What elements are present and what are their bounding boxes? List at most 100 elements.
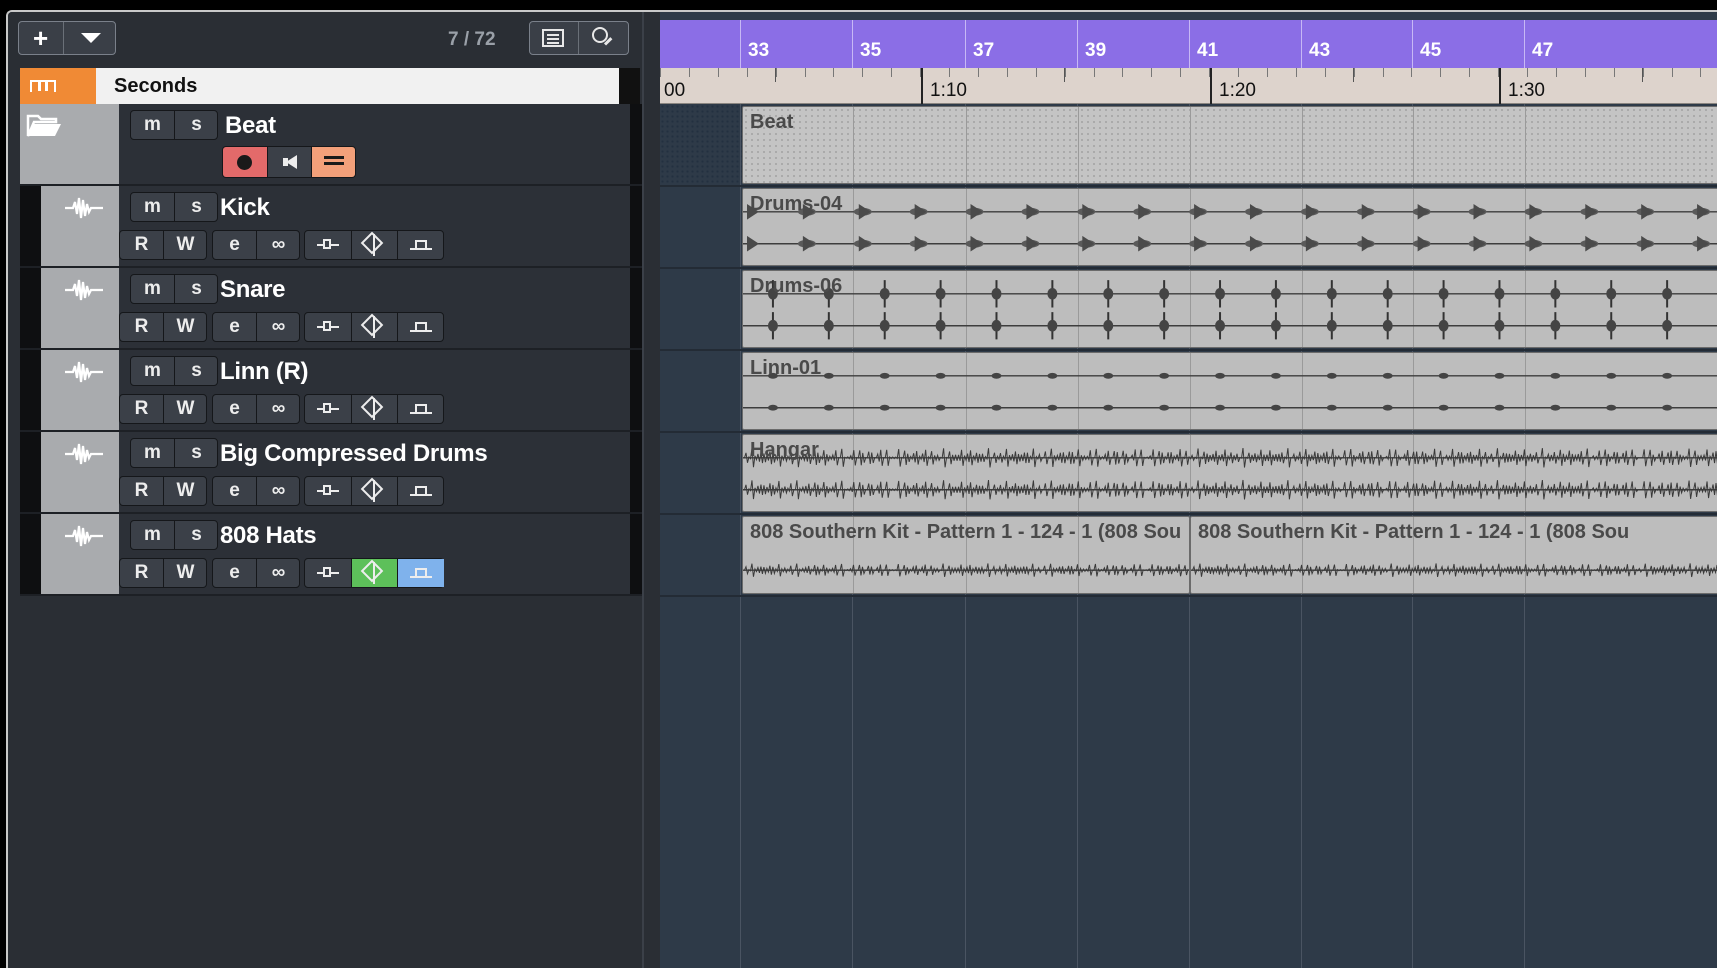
read-automation-button[interactable]: R	[120, 559, 164, 587]
write-automation-button[interactable]: W	[164, 477, 207, 505]
event-name: Drums-04	[750, 193, 843, 215]
mute-button[interactable]: m	[131, 193, 175, 221]
mute-button[interactable]: m	[131, 357, 175, 385]
mute-solo-group: ms	[130, 192, 218, 222]
edit-channel-button[interactable]: e	[213, 477, 257, 505]
bar-number: 43	[1309, 40, 1331, 61]
bar-ruler[interactable]: 33 35 37 39 41 43 45 47	[660, 20, 1717, 68]
audio-wave-icon	[65, 279, 103, 301]
lane-button[interactable]	[398, 477, 444, 505]
mute-button[interactable]: m	[131, 521, 175, 549]
insert-slot-button[interactable]	[305, 395, 352, 423]
automation-rw-group: RW	[119, 558, 207, 588]
read-automation-button[interactable]: R	[120, 313, 164, 341]
event-name: 808 Southern Kit - Pattern 1 - 124 - 1 (…	[750, 521, 1182, 543]
track-count: 7 / 72	[448, 29, 496, 50]
solo-button[interactable]: s	[175, 521, 218, 549]
link-button[interactable]: ∞	[257, 559, 300, 587]
audio-wave-icon	[65, 443, 103, 465]
ruler-track[interactable]: Seconds	[20, 68, 630, 104]
timewarp-button[interactable]	[352, 313, 398, 341]
waveform	[743, 204, 1717, 252]
edit-channel-button[interactable]: e	[213, 559, 257, 587]
lane-tools-group	[304, 394, 444, 424]
automation-rw-group: RW	[119, 230, 207, 260]
lane-tools-group	[304, 312, 444, 342]
lane-button[interactable]	[398, 395, 444, 423]
folder-event[interactable]: Beat	[742, 106, 1717, 184]
timewarp-button[interactable]	[352, 395, 398, 423]
monitor-button[interactable]	[267, 147, 312, 177]
timewarp-button[interactable]	[352, 559, 398, 587]
track-audio[interactable]: 2msSnareRWe∞	[20, 268, 642, 350]
link-button[interactable]: ∞	[257, 231, 300, 259]
edit-link-group: e ∞	[212, 230, 300, 260]
track-name[interactable]: Snare	[220, 276, 286, 304]
bar-number: 47	[1532, 40, 1554, 61]
add-track-dropdown-icon[interactable]	[81, 33, 101, 43]
track-list-panel: + 7 / 72 Seconds m s Beat m s Kick R W e…	[8, 12, 642, 968]
insert-slot-button[interactable]	[305, 231, 352, 259]
insert-slot-button[interactable]	[305, 313, 352, 341]
audio-event[interactable]: Drums-06	[742, 270, 1717, 348]
solo-button[interactable]: s	[175, 193, 218, 221]
audio-event[interactable]: Hangar	[742, 434, 1717, 512]
track-audio[interactable]: 1msKickRWe∞	[20, 186, 642, 268]
read-automation-button[interactable]: R	[120, 477, 164, 505]
audio-wave-icon	[65, 197, 103, 219]
ruler-display-format[interactable]: Seconds	[96, 68, 630, 104]
show-data-button[interactable]	[311, 147, 355, 177]
bar-number: 45	[1420, 40, 1442, 61]
audio-event[interactable]: 808 Southern Kit - Pattern 1 - 124 - 1 (…	[1190, 516, 1717, 594]
track-folder-beat[interactable]: m s Beat	[20, 104, 642, 186]
edit-channel-button[interactable]: e	[213, 231, 257, 259]
audio-event[interactable]: Drums-04	[742, 188, 1717, 266]
bar-number: 41	[1197, 40, 1219, 61]
event-name: Drums-06	[750, 275, 843, 297]
track-name[interactable]: 808 Hats	[220, 522, 317, 550]
write-automation-button[interactable]: W	[164, 559, 207, 587]
track-list-icon[interactable]	[542, 29, 564, 47]
solo-button[interactable]: s	[175, 357, 218, 385]
track-audio[interactable]: 4msBig Compressed DrumsRWe∞	[20, 432, 642, 514]
lane-button[interactable]	[398, 231, 444, 259]
read-automation-button[interactable]: R	[120, 395, 164, 423]
search-icon[interactable]	[592, 27, 608, 43]
mute-button[interactable]: m	[131, 111, 175, 139]
track-name[interactable]: Beat	[225, 112, 276, 140]
edit-channel-button[interactable]: e	[213, 395, 257, 423]
track-audio[interactable]: 3msLinn (R)RWe∞	[20, 350, 642, 432]
track-audio[interactable]: 5ms808 HatsRWe∞	[20, 514, 642, 596]
write-automation-button[interactable]: W	[164, 313, 207, 341]
track-name[interactable]: Big Compressed Drums	[220, 440, 488, 468]
audio-event[interactable]: Linn-01	[742, 352, 1717, 430]
mute-button[interactable]: m	[131, 275, 175, 303]
time-ruler[interactable]: 00 1:10 1:20 1:30	[660, 68, 1717, 104]
track-name[interactable]: Linn (R)	[220, 358, 309, 386]
timewarp-button[interactable]	[352, 477, 398, 505]
read-automation-button[interactable]: R	[120, 231, 164, 259]
record-enable-button[interactable]	[223, 147, 267, 177]
edit-channel-button[interactable]: e	[213, 313, 257, 341]
write-automation-button[interactable]: W	[164, 395, 207, 423]
lane-button[interactable]	[398, 313, 444, 341]
link-button[interactable]: ∞	[257, 395, 300, 423]
mute-solo-group: ms	[130, 274, 218, 304]
mute-button[interactable]: m	[131, 439, 175, 467]
insert-slot-button[interactable]	[305, 477, 352, 505]
link-button[interactable]: ∞	[257, 477, 300, 505]
solo-button[interactable]: s	[175, 111, 218, 139]
audio-event[interactable]: 808 Southern Kit - Pattern 1 - 124 - 1 (…	[742, 516, 1190, 594]
track-name[interactable]: Kick	[220, 194, 270, 222]
solo-button[interactable]: s	[175, 275, 218, 303]
insert-slot-button[interactable]	[305, 559, 352, 587]
lane-button[interactable]	[398, 559, 444, 587]
add-track-button[interactable]: +	[33, 24, 48, 52]
event-display[interactable]: 33 35 37 39 41 43 45 47 00 1:10 1:20 1:30 Beat Drum…	[660, 12, 1717, 968]
lane-tools-group	[304, 230, 444, 260]
solo-button[interactable]: s	[175, 439, 218, 467]
write-automation-button[interactable]: W	[164, 231, 207, 259]
bar-number: 39	[1085, 40, 1107, 61]
timewarp-button[interactable]	[352, 231, 398, 259]
link-button[interactable]: ∞	[257, 313, 300, 341]
